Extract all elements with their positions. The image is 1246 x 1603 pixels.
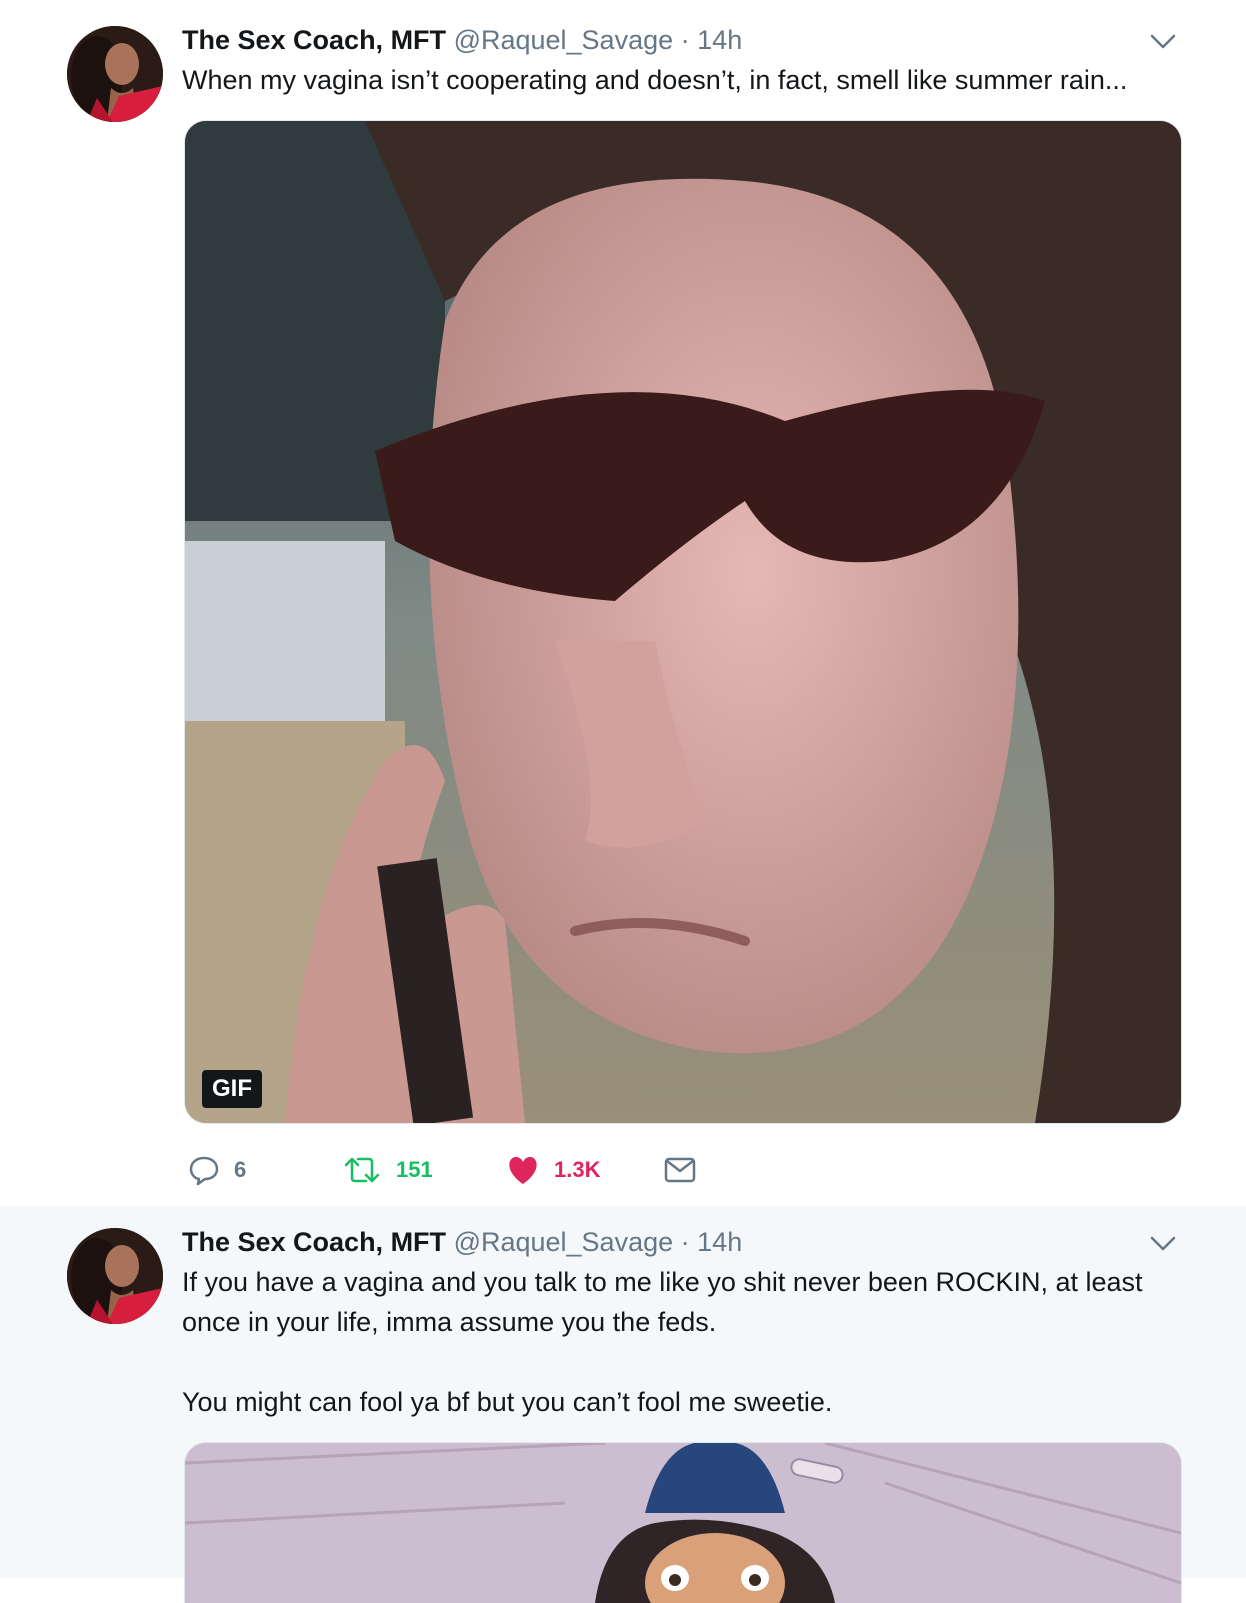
author-name[interactable]: The Sex Coach, MFT	[182, 1227, 446, 1257]
tweet-text: When my vagina isn’t cooperating and doe…	[182, 65, 1128, 95]
tweet-text-line-2: once in your life, imma assume you the f…	[182, 1307, 717, 1337]
heart-icon	[509, 1157, 537, 1184]
avatar[interactable]	[67, 26, 163, 122]
like-button[interactable]: 1.3K	[506, 1150, 600, 1190]
reply-count: 6	[234, 1157, 247, 1182]
author-name[interactable]: The Sex Coach, MFT	[182, 25, 446, 55]
retweet-icon	[344, 1157, 380, 1183]
direct-message-button[interactable]	[664, 1150, 696, 1190]
author-handle[interactable]: @Raquel_Savage	[454, 25, 674, 55]
tweet-actions: 6 151 1.3K	[182, 1150, 782, 1190]
chevron-down-icon[interactable]	[1150, 1236, 1176, 1252]
gif-badge: GIF	[202, 1070, 262, 1108]
direct-message-icon	[664, 1157, 696, 1183]
retweet-count: 151	[396, 1157, 433, 1182]
reply-button[interactable]: 6	[188, 1150, 246, 1190]
chevron-down-icon[interactable]	[1150, 34, 1176, 50]
timestamp[interactable]: 14h	[697, 25, 742, 55]
reply-icon	[189, 1156, 219, 1186]
avatar[interactable]	[67, 1228, 163, 1324]
tweet-header: The Sex Coach, MFT @Raquel_Savage · 14h	[182, 1226, 742, 1258]
media-image	[185, 1443, 1181, 1603]
gif-image	[185, 121, 1181, 1123]
retweet-button[interactable]: 151	[342, 1150, 433, 1190]
separator: ·	[680, 25, 690, 55]
timestamp[interactable]: 14h	[697, 1227, 742, 1257]
like-count: 1.3K	[554, 1157, 601, 1182]
tweet-header: The Sex Coach, MFT @Raquel_Savage · 14h	[182, 24, 742, 56]
tweet-text-line-1: If you have a vagina and you talk to me …	[182, 1267, 1143, 1297]
gif-media[interactable]: GIF	[184, 120, 1182, 1124]
tweet[interactable]: The Sex Coach, MFT @Raquel_Savage · 14h …	[0, 0, 1246, 1206]
tweet-text-line-3: You might can fool ya bf but you can’t f…	[182, 1387, 833, 1417]
separator: ·	[680, 1227, 690, 1257]
tweet[interactable]: The Sex Coach, MFT @Raquel_Savage · 14h …	[0, 1206, 1246, 1603]
author-handle[interactable]: @Raquel_Savage	[454, 1227, 674, 1257]
tweet-media[interactable]	[184, 1442, 1182, 1603]
